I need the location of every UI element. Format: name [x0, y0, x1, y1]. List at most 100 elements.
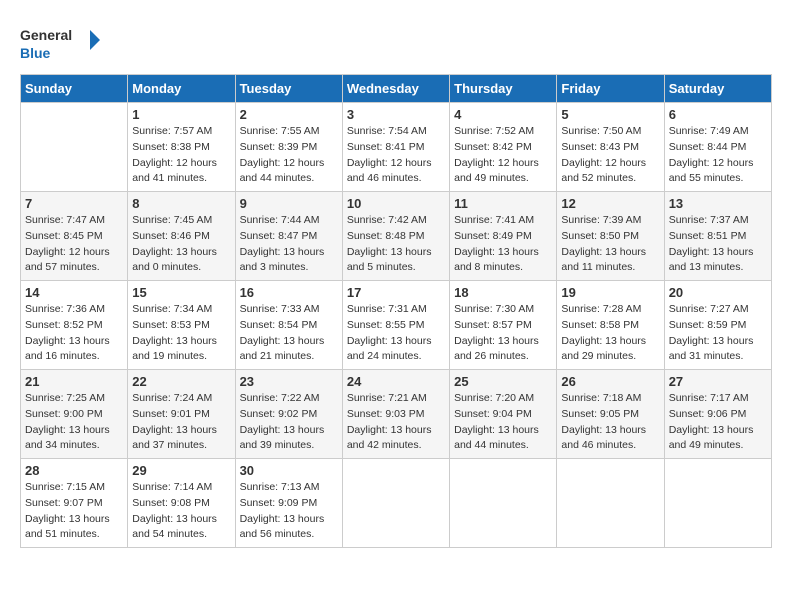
calendar-cell: 6 Sunrise: 7:49 AMSunset: 8:44 PMDaylight… [664, 103, 771, 192]
svg-text:Blue: Blue [20, 45, 51, 61]
day-number: 13 [669, 196, 767, 211]
day-number: 21 [25, 374, 123, 389]
day-of-week-header: Thursday [450, 75, 557, 103]
calendar-table: SundayMondayTuesdayWednesdayThursdayFrid… [20, 74, 772, 548]
calendar-cell: 26 Sunrise: 7:18 AMSunset: 9:05 PMDayligh… [557, 370, 664, 459]
logo: General Blue [20, 20, 100, 64]
calendar-cell: 15Sunrise: 7:34 AMSunset: 8:53 PMDayligh… [128, 281, 235, 370]
day-number: 1 [132, 107, 230, 122]
day-info: Sunrise: 7:22 AMSunset: 9:02 PMDaylight:… [240, 391, 338, 454]
calendar-cell: 20Sunrise: 7:27 AMSunset: 8:59 PMDayligh… [664, 281, 771, 370]
day-of-week-header: Sunday [21, 75, 128, 103]
day-info: Sunrise: 7:14 AMSunset: 9:08 PMDaylight:… [132, 480, 230, 543]
calendar-cell: 2 Sunrise: 7:55 AMSunset: 8:39 PMDaylight… [235, 103, 342, 192]
calendar-week-row: 7Sunrise: 7:47 AMSunset: 8:45 PMDaylight… [21, 192, 772, 281]
day-info: Sunrise: 7:15 AMSunset: 9:07 PMDaylight:… [25, 480, 123, 543]
calendar-cell: 12 Sunrise: 7:39 AMSunset: 8:50 PMDayligh… [557, 192, 664, 281]
day-info: Sunrise: 7:28 AMSunset: 8:58 PMDaylight:… [561, 302, 659, 365]
day-info: Sunrise: 7:17 AMSunset: 9:06 PMDaylight:… [669, 391, 767, 454]
calendar-cell [557, 459, 664, 548]
day-of-week-header: Monday [128, 75, 235, 103]
calendar-cell: 10 Sunrise: 7:42 AMSunset: 8:48 PMDayligh… [342, 192, 449, 281]
day-number: 29 [132, 463, 230, 478]
calendar-cell: 7Sunrise: 7:47 AMSunset: 8:45 PMDaylight… [21, 192, 128, 281]
day-info: Sunrise: 7:55 AMSunset: 8:39 PMDaylight:… [240, 124, 338, 187]
day-number: 17 [347, 285, 445, 300]
day-info: Sunrise: 7:37 AMSunset: 8:51 PMDaylight:… [669, 213, 767, 276]
day-number: 27 [669, 374, 767, 389]
calendar-cell: 21 Sunrise: 7:25 AMSunset: 9:00 PMDayligh… [21, 370, 128, 459]
calendar-cell: 11 Sunrise: 7:41 AMSunset: 8:49 PMDayligh… [450, 192, 557, 281]
day-number: 14 [25, 285, 123, 300]
calendar-header-row: SundayMondayTuesdayWednesdayThursdayFrid… [21, 75, 772, 103]
calendar-cell: 19 Sunrise: 7:28 AMSunset: 8:58 PMDayligh… [557, 281, 664, 370]
day-of-week-header: Saturday [664, 75, 771, 103]
calendar-cell [450, 459, 557, 548]
day-number: 2 [240, 107, 338, 122]
day-number: 10 [347, 196, 445, 211]
day-number: 6 [669, 107, 767, 122]
calendar-cell: 28 Sunrise: 7:15 AMSunset: 9:07 PMDayligh… [21, 459, 128, 548]
day-info: Sunrise: 7:57 AMSunset: 8:38 PMDaylight:… [132, 124, 230, 187]
calendar-cell: 25 Sunrise: 7:20 AMSunset: 9:04 PMDayligh… [450, 370, 557, 459]
day-number: 20 [669, 285, 767, 300]
day-number: 3 [347, 107, 445, 122]
day-of-week-header: Tuesday [235, 75, 342, 103]
day-info: Sunrise: 7:39 AMSunset: 8:50 PMDaylight:… [561, 213, 659, 276]
calendar-cell: 27 Sunrise: 7:17 AMSunset: 9:06 PMDayligh… [664, 370, 771, 459]
day-info: Sunrise: 7:25 AMSunset: 9:00 PMDaylight:… [25, 391, 123, 454]
calendar-cell: 14 Sunrise: 7:36 AMSunset: 8:52 PMDayligh… [21, 281, 128, 370]
day-info: Sunrise: 7:54 AMSunset: 8:41 PMDaylight:… [347, 124, 445, 187]
day-number: 8 [132, 196, 230, 211]
calendar-week-row: 1 Sunrise: 7:57 AMSunset: 8:38 PMDaylight… [21, 103, 772, 192]
day-info: Sunrise: 7:33 AMSunset: 8:54 PMDaylight:… [240, 302, 338, 365]
calendar-cell: 3 Sunrise: 7:54 AMSunset: 8:41 PMDaylight… [342, 103, 449, 192]
day-number: 19 [561, 285, 659, 300]
calendar-cell [21, 103, 128, 192]
day-number: 23 [240, 374, 338, 389]
calendar-cell: 17 Sunrise: 7:31 AMSunset: 8:55 PMDayligh… [342, 281, 449, 370]
day-info: Sunrise: 7:34 AMSunset: 8:53 PMDaylight:… [132, 302, 230, 365]
day-info: Sunrise: 7:42 AMSunset: 8:48 PMDaylight:… [347, 213, 445, 276]
day-info: Sunrise: 7:13 AMSunset: 9:09 PMDaylight:… [240, 480, 338, 543]
day-number: 22 [132, 374, 230, 389]
day-number: 11 [454, 196, 552, 211]
calendar-week-row: 14 Sunrise: 7:36 AMSunset: 8:52 PMDayligh… [21, 281, 772, 370]
day-number: 26 [561, 374, 659, 389]
calendar-cell: 24 Sunrise: 7:21 AMSunset: 9:03 PMDayligh… [342, 370, 449, 459]
calendar-cell: 8Sunrise: 7:45 AMSunset: 8:46 PMDaylight… [128, 192, 235, 281]
day-info: Sunrise: 7:49 AMSunset: 8:44 PMDaylight:… [669, 124, 767, 187]
calendar-cell: 16 Sunrise: 7:33 AMSunset: 8:54 PMDayligh… [235, 281, 342, 370]
logo-svg: General Blue [20, 20, 100, 64]
day-number: 18 [454, 285, 552, 300]
calendar-cell [664, 459, 771, 548]
calendar-cell: 23 Sunrise: 7:22 AMSunset: 9:02 PMDayligh… [235, 370, 342, 459]
day-number: 28 [25, 463, 123, 478]
calendar-cell: 18Sunrise: 7:30 AMSunset: 8:57 PMDayligh… [450, 281, 557, 370]
svg-text:General: General [20, 27, 72, 43]
page-header: General Blue [20, 20, 772, 64]
day-number: 4 [454, 107, 552, 122]
day-number: 30 [240, 463, 338, 478]
calendar-cell: 29 Sunrise: 7:14 AMSunset: 9:08 PMDayligh… [128, 459, 235, 548]
day-number: 7 [25, 196, 123, 211]
calendar-cell: 13 Sunrise: 7:37 AMSunset: 8:51 PMDayligh… [664, 192, 771, 281]
day-info: Sunrise: 7:41 AMSunset: 8:49 PMDaylight:… [454, 213, 552, 276]
day-of-week-header: Wednesday [342, 75, 449, 103]
day-info: Sunrise: 7:31 AMSunset: 8:55 PMDaylight:… [347, 302, 445, 365]
calendar-cell: 9Sunrise: 7:44 AMSunset: 8:47 PMDaylight… [235, 192, 342, 281]
day-number: 16 [240, 285, 338, 300]
day-number: 12 [561, 196, 659, 211]
calendar-cell: 22 Sunrise: 7:24 AMSunset: 9:01 PMDayligh… [128, 370, 235, 459]
day-info: Sunrise: 7:36 AMSunset: 8:52 PMDaylight:… [25, 302, 123, 365]
calendar-cell: 4Sunrise: 7:52 AMSunset: 8:42 PMDaylight… [450, 103, 557, 192]
day-info: Sunrise: 7:21 AMSunset: 9:03 PMDaylight:… [347, 391, 445, 454]
day-info: Sunrise: 7:50 AMSunset: 8:43 PMDaylight:… [561, 124, 659, 187]
calendar-cell [342, 459, 449, 548]
day-number: 24 [347, 374, 445, 389]
day-info: Sunrise: 7:24 AMSunset: 9:01 PMDaylight:… [132, 391, 230, 454]
day-number: 25 [454, 374, 552, 389]
calendar-week-row: 28 Sunrise: 7:15 AMSunset: 9:07 PMDayligh… [21, 459, 772, 548]
day-info: Sunrise: 7:20 AMSunset: 9:04 PMDaylight:… [454, 391, 552, 454]
day-info: Sunrise: 7:18 AMSunset: 9:05 PMDaylight:… [561, 391, 659, 454]
